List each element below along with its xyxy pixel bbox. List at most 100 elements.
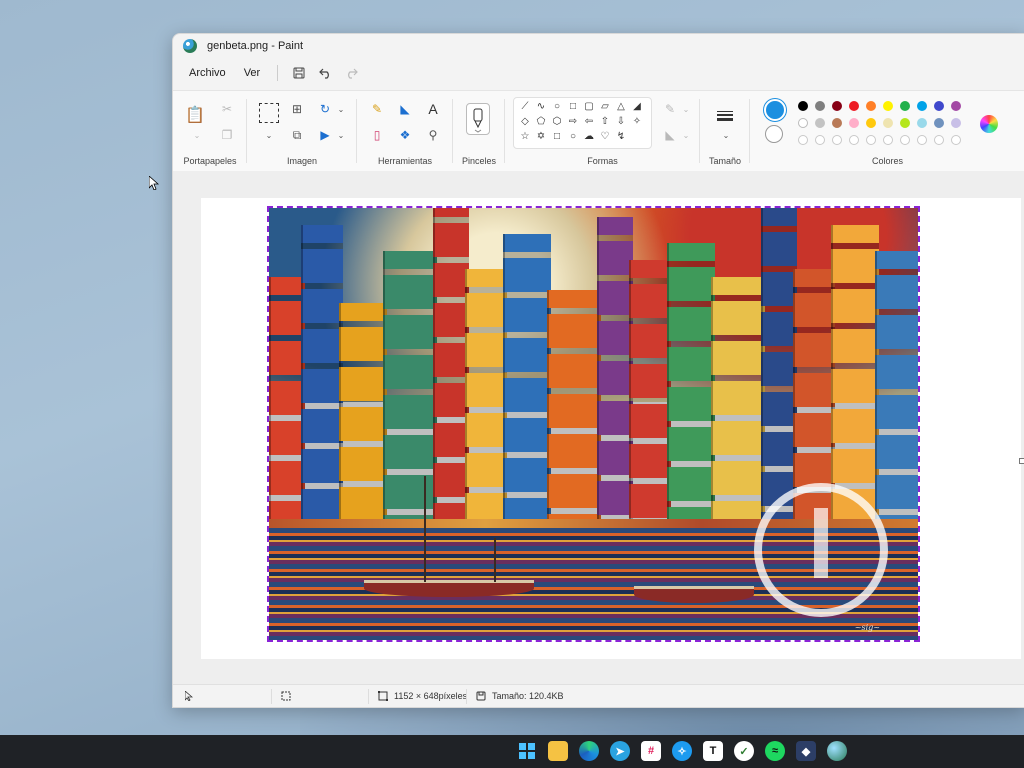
color-swatch[interactable] [934,101,944,111]
flip-dropdown-icon[interactable]: ⌄ [333,127,349,143]
color-swatch[interactable] [832,118,842,128]
color-swatch[interactable] [900,135,910,145]
four-point-star-shape-icon[interactable]: ✧ [630,115,644,129]
five-point-star-shape-icon[interactable]: ☆ [518,130,532,144]
rectangle-shape-icon[interactable]: □ [566,100,580,114]
rect-callout-shape-icon[interactable]: □ [550,130,564,144]
rotate-dropdown-icon[interactable]: ⌄ [333,101,349,117]
start-icon[interactable] [517,741,537,761]
color-swatch[interactable] [849,118,859,128]
six-point-star-shape-icon[interactable]: ✡ [534,130,548,144]
undo-icon[interactable] [314,62,336,84]
color-swatch[interactable] [883,135,893,145]
color-swatch[interactable] [832,101,842,111]
edge-browser-icon[interactable] [579,741,599,761]
color-swatch[interactable] [849,101,859,111]
size-dropdown-icon[interactable]: ⌄ [718,127,734,143]
telegram-icon[interactable]: ➤ [610,741,630,761]
secondary-color-swatch[interactable] [765,125,783,143]
color-swatch[interactable] [815,135,825,145]
rounded-rectangle-shape-icon[interactable]: ▢ [582,100,596,114]
menu-file[interactable]: Archivo [182,63,233,83]
heart-shape-icon[interactable]: ♡ [598,130,612,144]
image-selection[interactable]: ~sig~ [267,206,920,642]
canvas-area[interactable]: ~sig~ [173,171,1024,697]
hexagon-shape-icon[interactable]: ⬡ [550,115,564,129]
color-swatch[interactable] [900,101,910,111]
resize-icon[interactable]: ⧉ [289,127,305,143]
redo-icon[interactable] [340,62,362,84]
color-swatch[interactable] [798,118,808,128]
color-swatch[interactable] [934,135,944,145]
color-swatch[interactable] [951,135,961,145]
fill-bucket-icon[interactable]: ◣ [397,101,413,117]
color-swatch[interactable] [849,135,859,145]
eraser-icon[interactable]: ▯ [369,127,385,143]
color-swatch[interactable] [866,135,876,145]
fill-dropdown-icon[interactable]: ⌄ [678,127,694,143]
triangle-shape-icon[interactable]: △ [614,100,628,114]
resize-handle-right[interactable] [1019,458,1024,464]
color-swatch[interactable] [883,118,893,128]
brushes-button[interactable] [466,103,490,135]
text-tool-icon[interactable]: A [425,101,441,117]
paste-icon[interactable]: 📋 [185,107,205,124]
color-swatch[interactable] [951,118,961,128]
paste-dropdown-icon[interactable]: ⌄ [189,127,205,143]
magnifier-icon[interactable]: ⚲ [425,127,441,143]
todo-icon[interactable]: ✓ [734,741,754,761]
edit-colors-icon[interactable] [980,115,998,133]
color-swatch[interactable] [934,118,944,128]
color-swatch[interactable] [798,135,808,145]
color-swatch[interactable] [917,118,927,128]
pencil-icon[interactable]: ✎ [369,101,385,117]
color-swatch[interactable] [900,118,910,128]
color-picker-icon[interactable]: ❖ [397,127,413,143]
save-icon[interactable] [288,62,310,84]
select-icon[interactable] [259,103,279,123]
outline-dropdown-icon[interactable]: ⌄ [678,101,694,117]
stroke-size-icon[interactable] [717,111,733,123]
color-swatch[interactable] [798,101,808,111]
color-swatch[interactable] [883,101,893,111]
shape-fill-icon[interactable]: ◣ [662,127,678,143]
curve-shape-icon[interactable]: ∿ [534,100,548,114]
oval-callout-shape-icon[interactable]: ○ [566,130,580,144]
color-swatch[interactable] [866,101,876,111]
copy-icon[interactable]: ❐ [219,127,235,143]
globe-icon[interactable] [827,741,847,761]
typora-icon[interactable]: T [703,741,723,761]
up-arrow-shape-icon[interactable]: ⇧ [598,115,612,129]
diamond-shape-icon[interactable]: ◇ [518,115,532,129]
crop-icon[interactable]: ⊞ [289,101,305,117]
color-swatch[interactable] [815,101,825,111]
spotify-icon[interactable]: ≈ [765,741,785,761]
cut-icon[interactable]: ✂ [219,101,235,117]
line-shape-icon[interactable]: ⟋ [518,100,532,114]
outline-icon[interactable]: ✎ [662,101,678,117]
color-swatch[interactable] [866,118,876,128]
flip-icon[interactable]: ▶ [317,127,333,143]
menu-view[interactable]: Ver [237,63,268,83]
oval-shape-icon[interactable]: ○ [550,100,564,114]
slack-icon[interactable]: # [641,741,661,761]
down-arrow-shape-icon[interactable]: ⇩ [614,115,628,129]
right-arrow-shape-icon[interactable]: ⇨ [566,115,580,129]
app-icon[interactable]: ◆ [796,741,816,761]
select-dropdown-icon[interactable]: ⌄ [261,127,277,143]
primary-color-swatch[interactable] [764,99,786,121]
lightning-shape-icon[interactable]: ↯ [614,130,628,144]
polygon-shape-icon[interactable]: ▱ [598,100,612,114]
file-explorer-icon[interactable] [548,741,568,761]
color-swatch[interactable] [917,135,927,145]
color-swatch[interactable] [917,101,927,111]
pentagon-shape-icon[interactable]: ⬠ [534,115,548,129]
color-swatch[interactable] [951,101,961,111]
left-arrow-shape-icon[interactable]: ⇦ [582,115,596,129]
cloud-callout-shape-icon[interactable]: ☁ [582,130,596,144]
color-swatch[interactable] [815,118,825,128]
right-triangle-shape-icon[interactable]: ◢ [630,100,644,114]
twitter-icon[interactable]: ✧ [672,741,692,761]
rotate-icon[interactable]: ↻ [317,101,333,117]
color-swatch[interactable] [832,135,842,145]
